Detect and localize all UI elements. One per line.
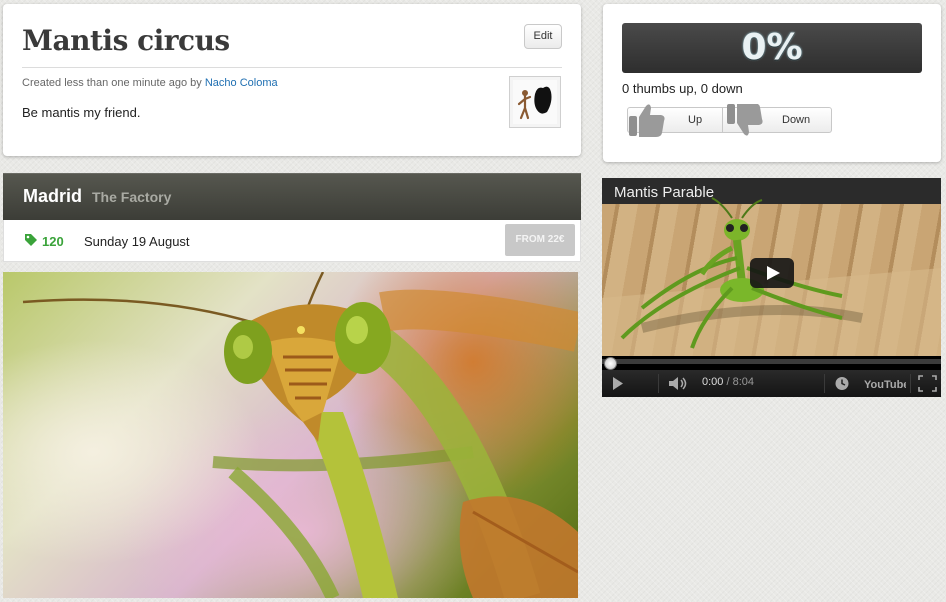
youtube-logo-text: YouTube xyxy=(864,379,906,391)
event-title: Mantis circus xyxy=(22,24,230,57)
approval-percent: 0% xyxy=(622,23,922,73)
thumbs-summary: 0 thumbs up, 0 down xyxy=(622,81,743,96)
video-frame[interactable]: Mantis Parable xyxy=(602,178,941,356)
edit-button[interactable]: Edit xyxy=(524,24,562,49)
event-photo xyxy=(3,272,578,598)
progress-track[interactable] xyxy=(602,359,941,364)
youtube-logo-icon: YouTube xyxy=(864,379,909,391)
venue-bar: Madrid The Factory xyxy=(3,173,581,220)
video-player[interactable]: Mantis Parable 0:00 / 8:04 YouTube xyxy=(602,178,941,397)
attendee-count: 120 xyxy=(42,234,64,249)
vote-down-button[interactable]: Down xyxy=(724,104,831,136)
price-button[interactable]: FROM 22€ xyxy=(505,224,575,256)
video-controls: 0:00 / 8:04 YouTube xyxy=(602,370,941,397)
title-divider xyxy=(22,67,562,68)
fullscreen-icon xyxy=(918,375,937,392)
big-play-button[interactable] xyxy=(750,258,794,288)
event-header-card: Mantis circus Edit Created less than one… xyxy=(3,4,581,156)
vote-buttons: Up Down xyxy=(627,104,832,137)
thumbs-up-icon xyxy=(629,104,665,137)
created-text: Created less than one minute ago by xyxy=(22,77,202,89)
event-description: Be mantis my friend. xyxy=(22,105,141,120)
venue-name[interactable]: The Factory xyxy=(92,189,171,205)
watch-later-button[interactable] xyxy=(830,370,854,397)
fullscreen-button[interactable] xyxy=(914,370,941,397)
control-separator xyxy=(658,374,659,393)
clock-icon xyxy=(835,377,849,390)
avatar[interactable] xyxy=(509,76,561,128)
volume-icon xyxy=(669,377,687,390)
time-total: 8:04 xyxy=(732,376,755,388)
event-info-row: 120 Sunday 19 August FROM 22€ xyxy=(3,220,581,262)
venue-city: Madrid xyxy=(23,186,83,206)
vote-up-label: Up xyxy=(688,114,703,126)
scrub-handle[interactable] xyxy=(604,357,617,370)
thumbs-down-icon xyxy=(727,104,763,136)
play-button[interactable] xyxy=(602,370,632,397)
event-date: Sunday 19 August xyxy=(84,234,190,249)
vote-up-button[interactable]: Up xyxy=(628,104,723,137)
youtube-logo-button[interactable]: YouTube xyxy=(860,370,909,397)
author-link[interactable]: Nacho Coloma xyxy=(205,77,278,89)
play-icon xyxy=(613,377,623,390)
created-line: Created less than one minute ago by Nach… xyxy=(22,77,278,89)
control-separator xyxy=(824,374,825,393)
time-separator: / xyxy=(723,376,733,388)
control-separator xyxy=(910,374,911,393)
time-readout: 0:00 / 8:04 xyxy=(702,376,754,388)
video-title[interactable]: Mantis Parable xyxy=(614,184,714,201)
time-current: 0:00 xyxy=(702,376,724,388)
vote-card: 0% 0 thumbs up, 0 down Up Down xyxy=(603,4,941,162)
vote-down-label: Down xyxy=(782,114,811,126)
volume-button[interactable] xyxy=(664,370,692,397)
tag-icon xyxy=(25,234,37,246)
